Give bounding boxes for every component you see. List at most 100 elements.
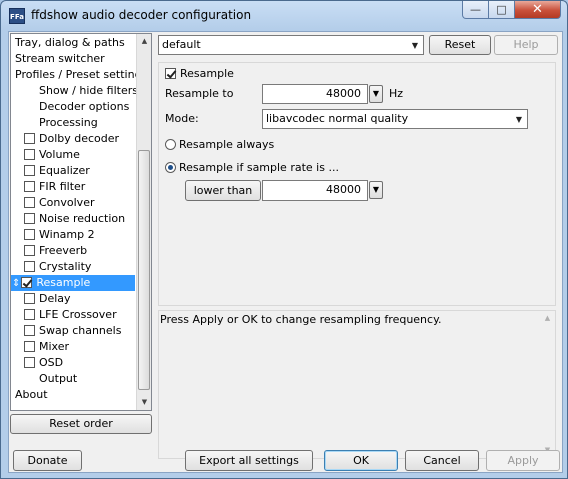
ffdshow-app-icon: FFa (9, 8, 25, 24)
tree-item-label: Resample (36, 276, 91, 289)
cancel-button[interactable]: Cancel (405, 450, 479, 471)
reset-order-button[interactable]: Reset order (10, 414, 152, 434)
resample-enable-checkbox[interactable]: Resample (165, 67, 234, 80)
filter-checkbox[interactable] (24, 357, 35, 368)
tree-item-label: Dolby decoder (39, 132, 120, 145)
preset-select[interactable]: default ▼ (158, 35, 424, 55)
help-button[interactable]: Help (494, 35, 558, 55)
tree-item[interactable]: Convolver (11, 195, 135, 211)
tree-item-label: Show / hide filters (39, 84, 138, 97)
reorder-arrows-icon[interactable]: ⇕ (12, 278, 20, 289)
filter-checkbox[interactable] (24, 133, 35, 144)
window-title: ffdshow audio decoder configuration (31, 8, 252, 22)
scroll-up-icon[interactable]: ▲ (540, 311, 555, 326)
tree-item[interactable]: Decoder options (11, 99, 135, 115)
condition-button[interactable]: lower than (185, 180, 261, 201)
tree-item[interactable]: Tray, dialog & paths (11, 35, 135, 51)
tree-item[interactable]: About (11, 387, 135, 403)
info-text-area: Press Apply or OK to change resampling f… (158, 310, 556, 459)
filter-checkbox[interactable] (21, 277, 33, 288)
filter-tree[interactable]: Tray, dialog & paths Stream switcher Profi… (10, 33, 152, 411)
dialog-client-area: Tray, dialog & paths Stream switcher Profi… (8, 31, 563, 473)
resample-always-radio[interactable] (165, 139, 176, 150)
filter-checkbox[interactable] (24, 149, 35, 160)
condition-rate-dropdown-button[interactable]: ▼ (369, 181, 383, 199)
tree-item[interactable]: Output (11, 371, 135, 387)
maximize-button[interactable]: □ (489, 1, 515, 19)
filter-checkbox[interactable] (24, 261, 35, 272)
filter-checkbox[interactable] (24, 213, 35, 224)
tree-item[interactable]: Crystality (11, 259, 135, 275)
mode-select[interactable]: libavcodec normal quality ▼ (262, 109, 528, 129)
tree-scrollbar[interactable]: ▲ ▼ (136, 34, 151, 410)
tree-item[interactable]: ⇕ Resample (11, 275, 135, 291)
tree-item-label: FIR filter (39, 180, 86, 193)
close-button[interactable]: ✕ (515, 1, 561, 19)
filter-checkbox[interactable] (24, 325, 35, 336)
filter-checkbox[interactable] (24, 245, 35, 256)
tree-item-label: Decoder options (39, 100, 130, 113)
donate-button[interactable]: Donate (13, 450, 82, 471)
tree-item-label: About (15, 388, 48, 401)
filter-checkbox[interactable] (24, 197, 35, 208)
filter-checkbox[interactable] (24, 309, 35, 320)
tree-item[interactable]: Stream switcher (11, 51, 135, 67)
mode-label: Mode: (165, 112, 199, 125)
tree-item[interactable]: Winamp 2 (11, 227, 135, 243)
ok-button[interactable]: OK (324, 450, 398, 471)
tree-item[interactable]: Freeverb (11, 243, 135, 259)
tree-item[interactable]: Equalizer (11, 163, 135, 179)
mode-value: libavcodec normal quality (266, 112, 409, 125)
tree-item[interactable]: LFE Crossover (11, 307, 135, 323)
condition-rate-input[interactable]: 48000 (262, 180, 368, 201)
resample-enable-label: Resample (180, 67, 234, 80)
title-bar[interactable]: FFa ffdshow audio decoder configuration … (1, 1, 567, 29)
scroll-down-icon[interactable]: ▼ (137, 395, 151, 410)
resample-to-label: Resample to (165, 87, 234, 100)
hz-unit-label: Hz (389, 87, 404, 100)
resample-to-input[interactable]: 48000 (262, 84, 368, 104)
app-window: FFa ffdshow audio decoder configuration … (0, 0, 568, 479)
tree-item-label: Crystality (39, 260, 92, 273)
resample-settings-panel: Resample Resample to 48000 ▼ Hz Mode: li… (158, 62, 556, 306)
info-scrollbar[interactable]: ▲ ▼ (540, 311, 555, 458)
tree-item[interactable]: Delay (11, 291, 135, 307)
tree-item-label: Tray, dialog & paths (15, 36, 125, 49)
tree-item[interactable]: Dolby decoder (11, 131, 135, 147)
filter-checkbox[interactable] (24, 181, 35, 192)
export-settings-button[interactable]: Export all settings (185, 450, 313, 471)
filter-checkbox[interactable] (24, 165, 35, 176)
checkbox-icon (165, 68, 176, 79)
tree-item-label: LFE Crossover (39, 308, 117, 321)
tree-item[interactable]: Profiles / Preset settings (11, 67, 147, 83)
tree-item[interactable]: Volume (11, 147, 135, 163)
tree-item-label: OSD (39, 356, 64, 369)
scrollbar-thumb[interactable] (138, 150, 150, 390)
chevron-down-icon: ▼ (411, 40, 419, 50)
tree-item-label: Processing (39, 116, 98, 129)
tree-item[interactable]: Processing (11, 115, 135, 131)
resample-always-label[interactable]: Resample always (179, 138, 274, 151)
filter-checkbox[interactable] (24, 229, 35, 240)
tree-item[interactable]: Mixer (11, 339, 135, 355)
preset-reset-button[interactable]: Reset (429, 35, 491, 55)
tree-item[interactable]: Noise reduction (11, 211, 135, 227)
resample-to-dropdown-button[interactable]: ▼ (369, 85, 383, 103)
filter-checkbox[interactable] (24, 293, 35, 304)
scroll-up-icon[interactable]: ▲ (137, 34, 151, 49)
tree-item-label: Swap channels (39, 324, 122, 337)
tree-item[interactable]: OSD (11, 355, 135, 371)
resample-if-radio[interactable] (165, 162, 176, 173)
tree-item[interactable]: Swap channels (11, 323, 135, 339)
tree-item-label: Noise reduction (39, 212, 126, 225)
resample-if-label[interactable]: Resample if sample rate is ... (179, 161, 339, 174)
tree-item[interactable]: FIR filter (11, 179, 135, 195)
tree-item-label: Convolver (39, 196, 95, 209)
minimize-button[interactable]: — (462, 1, 489, 19)
tree-item[interactable]: Show / hide filters (11, 83, 138, 99)
filter-checkbox[interactable] (24, 341, 35, 352)
tree-item-label: Stream switcher (15, 52, 105, 65)
apply-button[interactable]: Apply (486, 450, 560, 471)
chevron-down-icon: ▼ (515, 114, 523, 124)
tree-item-label: Mixer (39, 340, 70, 353)
